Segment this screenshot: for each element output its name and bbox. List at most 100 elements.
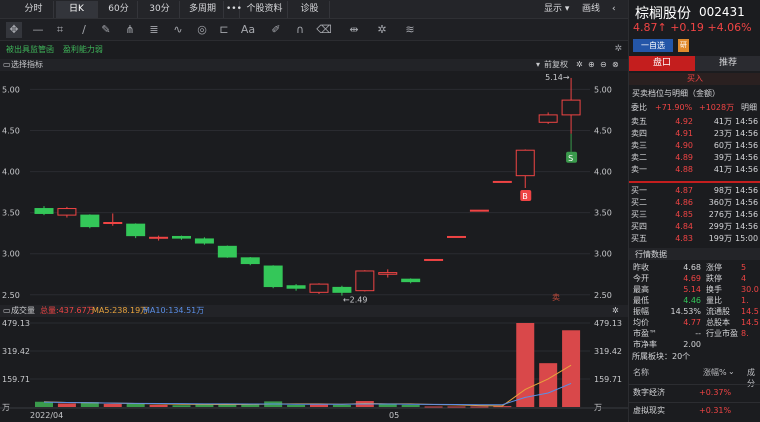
settings-icon[interactable]: ✲ [576,59,583,71]
candle-body [515,149,535,177]
x-label: 05 [389,411,399,420]
tab-recommend[interactable]: 推荐 [695,56,760,71]
crosshair-icon[interactable]: ✥ [6,22,22,38]
bid-row[interactable]: 买五 4.83 199万 15:00 [631,233,760,245]
sector-name: 虚拟现实 [633,406,665,415]
research-badge[interactable]: 研 [678,39,689,52]
sector-row[interactable]: 数字经济 +0.37% [629,384,760,400]
chevron-down-icon: ▾ [536,60,541,69]
ask-row[interactable]: 卖一 4.88 41万 14:56 [631,164,760,176]
bid-price: 4.84 [675,222,693,231]
kline-chart[interactable]: 5.00 5.00 4.50 4.50 4.00 4.00 3.50 3.50 3.00 3.00… [0,71,628,305]
detail-link[interactable]: 明细 [741,102,757,114]
wave-icon[interactable]: ∿ [170,22,186,38]
fibonacci-icon[interactable]: ≣ [146,22,162,38]
stat-label-2: 跌停 [706,274,722,283]
close-icon[interactable]: ⊗ [612,59,619,71]
tab-intraday[interactable]: 分时 [14,1,54,18]
zoom-in-icon[interactable]: ⊕ [588,59,595,71]
candle-body [561,99,581,116]
sector-row[interactable]: 虚拟现实 +0.31% [629,402,760,418]
ask-row[interactable]: 卖二 4.89 39万 14:56 [631,152,760,164]
tag-regulatory[interactable]: 被出具监管函 [6,45,54,54]
candle-body [469,209,489,212]
quote-panel: 棕榈股份 002431 4.87↑ +0.19 +4.06% 一自选 研 盘口 … [628,0,760,422]
y-tick-right: 4.00 [594,168,612,177]
volume-chart[interactable]: 479.13479.13319.42319.42159.71159.71万万20… [0,317,628,422]
indicator-select[interactable]: 选择指标 [11,59,43,71]
candle-body [263,265,283,288]
brush-icon[interactable]: ✐ [268,22,284,38]
weibi-pct: +71.90% [655,103,693,112]
tab-60min[interactable]: 60分 [100,1,138,18]
collapse-icon[interactable]: ‹ [612,1,616,18]
y-tick-right: 5.00 [594,85,612,94]
add-watchlist-button[interactable]: 一自选 [633,39,673,52]
ask-row[interactable]: 卖五 4.92 41万 14:56 [631,116,760,128]
tab-multi-period[interactable]: 多周期 [182,1,224,18]
y-tick-left: 3.50 [2,209,20,218]
bid-price: 4.86 [675,198,693,207]
fork-icon[interactable]: ⋔ [122,22,138,38]
display-menu[interactable]: 显示 ▾ [544,1,569,18]
price-change: +0.19 [670,21,704,34]
volume-bar [57,403,76,407]
bid-row[interactable]: 买二 4.86 360万 14:56 [631,197,760,209]
volume-bar [424,406,443,408]
trash-icon[interactable]: ⌫ [316,22,332,38]
ray-icon[interactable]: ∕ [76,22,92,38]
bid-row[interactable]: 买四 4.84 299万 14:56 [631,221,760,233]
volume-bar [447,406,466,408]
candle-body [378,272,398,275]
bid-time: 15:00 [735,234,759,243]
adjust-select[interactable]: 前复权 [544,59,568,71]
layers-icon[interactable]: ≋ [402,22,418,38]
line-icon[interactable]: — [30,22,46,38]
stat-label: 市净率 [633,340,657,349]
bid-row[interactable]: 买一 4.87 98万 14:56 [631,185,760,197]
more-tabs-button[interactable]: ••• [226,1,242,18]
cycle-icon[interactable]: ◎ [194,22,210,38]
stat-row: 市净率 2.00 [631,339,760,350]
volume-bar [310,404,328,407]
last-price: 4.87 [633,21,658,34]
sort-icon[interactable]: ⌄ [728,367,735,376]
tab-order-book[interactable]: 盘口 [629,56,695,71]
buy-button[interactable]: 买入 [629,73,760,85]
ask-amount: 39万 [713,153,732,162]
volume-title[interactable]: 成交量 [11,305,35,317]
sell-marker-label: S [568,154,573,163]
draw-line-button[interactable]: 画线 [582,1,600,18]
stat-label: 市盈™ [633,329,657,338]
volume-bar [172,405,191,407]
stat-label: 最高 [633,285,649,294]
bid-row[interactable]: 买三 4.85 276万 14:56 [631,209,760,221]
sector-col-pct[interactable]: 涨幅% [703,367,727,378]
bid-amount: 276万 [708,210,732,219]
gear-icon[interactable]: ✲ [612,305,619,317]
bid-amount: 360万 [708,198,732,207]
pen-icon[interactable]: ✎ [98,22,114,38]
sector-header: 名称 涨幅% ⌄ 成分 [631,367,760,388]
bid-time: 14:56 [735,186,759,195]
arrows-icon[interactable]: ⇹ [346,22,362,38]
tab-stock-profile[interactable]: 个股资料 [242,1,288,18]
volume-bar [539,363,558,407]
stat-value-2: 5 [741,263,747,272]
stat-row: 最低 4.46 量比 1. [631,295,760,306]
tab-daily-k[interactable]: 日K [56,1,98,18]
ask-row[interactable]: 卖三 4.90 60万 14:56 [631,140,760,152]
candle-body [309,283,329,293]
ask-row[interactable]: 卖四 4.91 23万 14:56 [631,128,760,140]
tag-profitability[interactable]: 盈利能力弱 [63,45,103,54]
measure-icon[interactable]: ⊏ [216,22,232,38]
magnet-icon[interactable]: ∩ [292,22,308,38]
tab-diagnosis[interactable]: 诊股 [290,1,330,18]
stats-title: 行情数据 [635,250,667,259]
crop-icon[interactable]: ⌗ [52,22,68,38]
text-icon[interactable]: Aa [240,22,256,38]
zoom-out-icon[interactable]: ⊖ [600,59,607,71]
tab-30min[interactable]: 30分 [140,1,180,18]
settings-icon[interactable]: ✲ [374,22,390,38]
gear-icon[interactable]: ✲ [614,44,622,54]
